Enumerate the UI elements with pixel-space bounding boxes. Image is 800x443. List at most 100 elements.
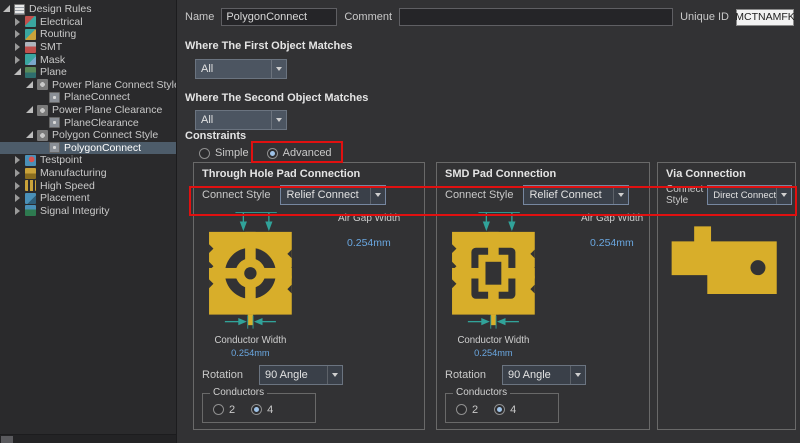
th-conductors-4-radio[interactable]: 4: [251, 404, 273, 416]
tree-item-routing[interactable]: Routing: [0, 28, 176, 41]
tree-item-polygonconnect-selected[interactable]: PolygonConnect: [0, 142, 176, 155]
first-match-dropdown[interactable]: All: [195, 59, 287, 79]
tree-label: Polygon Connect Style: [52, 129, 158, 141]
rule-type-icon: [37, 105, 48, 116]
scrollbar-thumb[interactable]: [1, 436, 13, 443]
tree-label: PolygonConnect: [64, 142, 141, 154]
constraints-title: Constraints: [185, 130, 246, 142]
via-connect-style-dropdown[interactable]: Direct Connect: [707, 185, 792, 205]
tree-item-plane[interactable]: Plane: [0, 66, 176, 79]
plane-icon: [25, 67, 36, 78]
tree-item-electrical[interactable]: Electrical: [0, 16, 176, 29]
radio-checked-icon: [251, 404, 262, 415]
tree-item-polygon-connect-style[interactable]: Polygon Connect Style: [0, 129, 176, 142]
smd-conductors-4-radio[interactable]: 4: [494, 404, 516, 416]
group-title: Via Connection: [666, 168, 787, 180]
tree-item-testpoint[interactable]: Testpoint: [0, 154, 176, 167]
expand-icon[interactable]: [13, 168, 23, 178]
expand-icon[interactable]: [13, 17, 23, 27]
expand-icon[interactable]: [13, 155, 23, 165]
tree-item-high-speed[interactable]: High Speed: [0, 179, 176, 192]
tree-item-design-rules[interactable]: Design Rules: [0, 3, 176, 16]
radio-icon: [456, 404, 467, 415]
tree-item-power-plane-clearance[interactable]: Power Plane Clearance: [0, 104, 176, 117]
th-conductors-2-radio[interactable]: 2: [213, 404, 235, 416]
tree-item-placement[interactable]: Placement: [0, 192, 176, 205]
chevron-down-icon: [271, 60, 286, 78]
air-gap-annotation: Air Gap Width 0.254mm: [581, 213, 659, 249]
first-match-title: Where The First Object Matches: [185, 40, 352, 52]
expand-icon[interactable]: [25, 105, 35, 115]
expand-icon[interactable]: [2, 4, 12, 14]
chevron-down-icon: [271, 111, 286, 129]
smd-rotation-dropdown[interactable]: 90 Angle: [502, 365, 586, 385]
rule-header: Name Comment Unique ID MCTNAMFK: [185, 7, 794, 27]
tree-label: Testpoint: [40, 154, 82, 166]
rule-type-icon: [37, 130, 48, 141]
second-match-title: Where The Second Object Matches: [185, 92, 368, 104]
tree-label: Routing: [40, 28, 76, 40]
smd-relief-illustration: Conductor Width 0.254mm: [445, 209, 577, 360]
manufacturing-icon: [25, 168, 36, 179]
radio-checked-icon: [494, 404, 505, 415]
th-connect-style-dropdown[interactable]: Relief Connect: [280, 185, 386, 205]
expand-icon[interactable]: [13, 67, 23, 77]
spacer: [37, 92, 47, 102]
tree-label: Mask: [40, 54, 65, 66]
name-input[interactable]: [221, 8, 337, 26]
conductor-width-value: 0.254mm: [474, 348, 513, 358]
through-hole-pad-connection-group: Through Hole Pad Connection Connect Styl…: [193, 162, 425, 430]
expand-icon[interactable]: [25, 130, 35, 140]
smd-connect-style-dropdown[interactable]: Relief Connect: [523, 185, 629, 205]
chevron-down-icon: [327, 366, 342, 384]
smd-conductors-group: Conductors 2 4: [445, 393, 559, 423]
expand-icon[interactable]: [13, 181, 23, 191]
chevron-down-icon: [776, 186, 791, 204]
tree-item-planeconnect[interactable]: PlaneConnect: [0, 91, 176, 104]
conductor-width-label: Conductor Width: [457, 335, 529, 346]
tree-label: Power Plane Connect Style: [52, 79, 177, 91]
chevron-down-icon: [570, 366, 585, 384]
design-rules-icon: [14, 4, 25, 15]
expand-icon[interactable]: [13, 42, 23, 52]
comment-label: Comment: [344, 11, 392, 23]
th-rotation-dropdown[interactable]: 90 Angle: [259, 365, 343, 385]
comment-input[interactable]: [399, 8, 673, 26]
smd-connect-style-row: Connect Style Relief Connect: [445, 185, 641, 205]
tree-item-mask[interactable]: Mask: [0, 53, 176, 66]
unique-id-value[interactable]: MCTNAMFK: [736, 9, 794, 26]
conductor-width-value: 0.254mm: [231, 348, 270, 358]
via-connect-style-row: Connect Style Direct Connect: [666, 185, 787, 205]
expand-icon[interactable]: [13, 29, 23, 39]
spacer: [37, 118, 47, 128]
electrical-icon: [25, 16, 36, 27]
conductors-label: Conductors: [453, 387, 510, 398]
expand-icon[interactable]: [25, 80, 35, 90]
tree-item-smt[interactable]: SMT: [0, 41, 176, 54]
second-match-dropdown[interactable]: All: [195, 110, 287, 130]
chevron-down-icon: [613, 186, 628, 204]
th-preview-figure: Conductor Width 0.254mm Air Gap Width 0.…: [202, 209, 416, 363]
tree-item-power-plane-connect-style[interactable]: Power Plane Connect Style: [0, 79, 176, 92]
rule-type-icon: [37, 79, 48, 90]
simple-radio[interactable]: Simple: [199, 147, 249, 159]
pcb-rules-editor: Design Rules Electrical Routing SMT Mask…: [0, 0, 800, 443]
tree-item-signal-integrity[interactable]: Signal Integrity: [0, 205, 176, 218]
tree-item-planeclearance[interactable]: PlaneClearance: [0, 116, 176, 129]
expand-icon[interactable]: [13, 193, 23, 203]
smd-pad-connection-group: SMD Pad Connection Connect Style Relief …: [436, 162, 650, 430]
routing-icon: [25, 29, 36, 40]
expand-icon[interactable]: [13, 206, 23, 216]
tree-label: Electrical: [40, 16, 83, 28]
advanced-radio[interactable]: Advanced: [267, 147, 332, 159]
smd-conductors-2-radio[interactable]: 2: [456, 404, 478, 416]
tree-label: Plane: [40, 66, 67, 78]
horizontal-scrollbar[interactable]: [0, 434, 176, 443]
conductor-width-label: Conductor Width: [214, 335, 286, 346]
tree-item-manufacturing[interactable]: Manufacturing: [0, 167, 176, 180]
rule-icon: [49, 142, 60, 153]
conductors-label: Conductors: [210, 387, 267, 398]
tree-label: SMT: [40, 41, 62, 53]
expand-icon[interactable]: [13, 55, 23, 65]
chevron-down-icon: [370, 186, 385, 204]
